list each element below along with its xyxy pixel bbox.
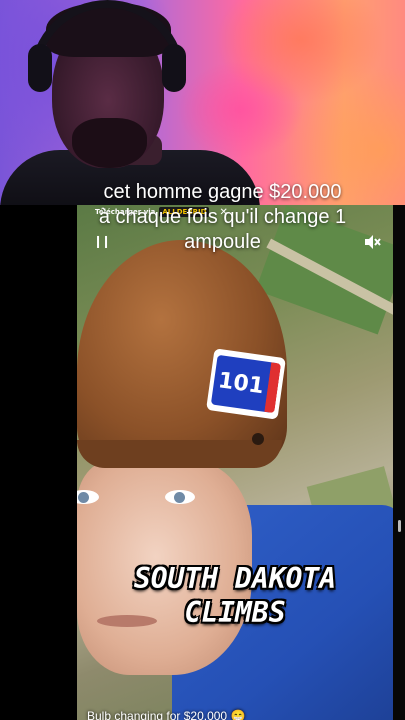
helmet-screw (252, 433, 264, 445)
helmet-sticker: 101 (206, 348, 286, 420)
clip-title-line-1: SOUTH DAKOTA (133, 562, 337, 595)
streamer-beard (72, 118, 147, 168)
caption-line-3: ampoule (184, 231, 261, 253)
right-black-border (393, 205, 405, 720)
clip-title-line-2: CLIMBS (184, 596, 286, 629)
scroll-indicator[interactable] (398, 520, 401, 532)
left-black-border (0, 205, 77, 720)
video-caption: cet homme gagne $20.000 à chaque fois qu… (0, 180, 405, 255)
caption-line-2: à chaque fois qu'il change 1 (98, 206, 347, 228)
worker-eye-right (165, 490, 195, 504)
webcam-reaction-feed (0, 0, 405, 210)
helmet-sticker-text: 101 (210, 354, 282, 414)
hard-hat-brim (77, 440, 282, 468)
headphone-cup-left (28, 44, 52, 92)
clip-title-overlay: SOUTH DAKOTA CLIMBS (77, 562, 393, 630)
clip-bottom-caption: Bulb changing for $20.000 😁 (87, 709, 246, 720)
headphone-cup-right (162, 44, 186, 92)
embedded-video-clip[interactable]: 101 Télécharger via ALLDEBRID ✕ ❙❙ SOUTH… (77, 205, 393, 720)
caption-line-1: cet homme gagne $20.000 (103, 181, 342, 203)
